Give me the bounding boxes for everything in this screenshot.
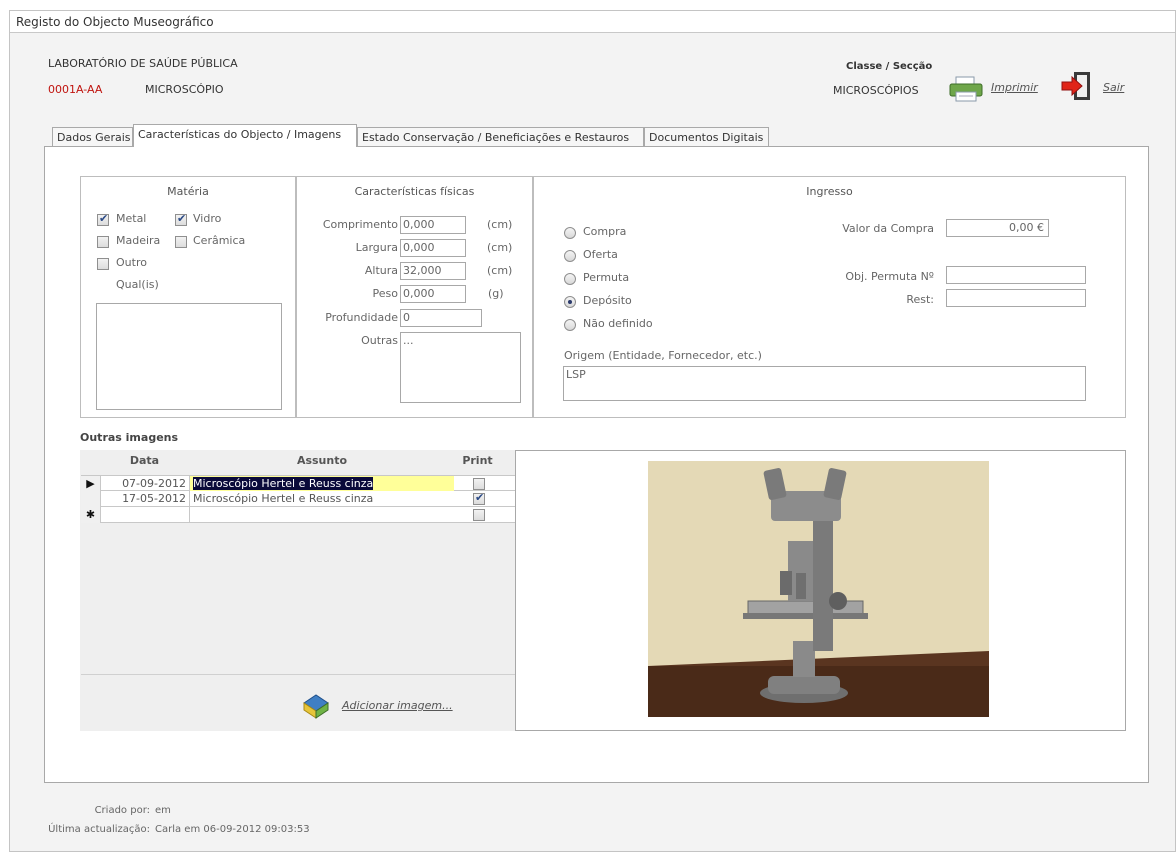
rest-label: Rest: (906, 293, 934, 306)
table-row[interactable]: 17-05-2012 Microscópio Hertel e Reuss ci… (81, 491, 515, 507)
outras-textarea[interactable]: ... (400, 332, 521, 403)
oferta-radio[interactable] (564, 250, 576, 262)
permuta-label: Permuta (583, 271, 630, 284)
add-image-icon[interactable] (302, 693, 330, 719)
class-section-value: MICROSCÓPIOS (833, 84, 919, 97)
permuta-radio[interactable] (564, 273, 576, 285)
profundidade-field[interactable]: 0 (400, 309, 482, 327)
ultima-atualizacao-value: Carla em 06-09-2012 09:03:53 (155, 824, 310, 835)
ceramica-checkbox[interactable] (175, 236, 187, 248)
peso-field[interactable]: 0,000 (400, 285, 466, 303)
row-print-checkbox[interactable] (473, 491, 485, 505)
oferta-label: Oferta (583, 248, 618, 261)
new-row-marker[interactable]: ✱ (81, 507, 101, 523)
exit-icon[interactable] (1060, 70, 1094, 102)
altura-field[interactable]: 32,000 (400, 262, 466, 280)
row-date[interactable]: 07-09-2012 (101, 476, 190, 492)
valor-compra-field[interactable]: 0,00 € (946, 219, 1049, 237)
col-assunto-header: Assunto (296, 454, 348, 467)
row-assunto[interactable]: Microscópio Hertel e Reuss cinza (190, 491, 454, 507)
metal-label: Metal (116, 212, 147, 225)
ultima-atualizacao-label: Última actualização: (48, 824, 150, 835)
largura-label: Largura (355, 241, 398, 254)
caracteristicas-title: Características físicas (354, 185, 475, 198)
row-assunto[interactable]: Microscópio Hertel e Reuss cinza (193, 477, 374, 490)
altura-unit: (cm) (487, 264, 513, 277)
print-link[interactable]: Imprimir (991, 81, 1038, 94)
divider (81, 674, 515, 675)
tab-documentos-digitais[interactable]: Documentos Digitais (644, 127, 769, 147)
row-assunto-cell[interactable]: Microscópio Hertel e Reuss cinza (190, 476, 454, 492)
altura-label: Altura (364, 264, 398, 277)
add-image-link[interactable]: Adicionar imagem... (342, 699, 453, 712)
outras-label: Outras (361, 334, 398, 347)
table-row[interactable]: ▶ 07-09-2012 Microscópio Hertel e Reuss … (81, 475, 515, 492)
object-code: 0001A-AA (48, 83, 103, 96)
nao-definido-radio[interactable] (564, 319, 576, 331)
object-name: MICROSCÓPIO (145, 83, 224, 96)
col-print-header: Print (462, 454, 493, 467)
outro-checkbox[interactable] (97, 258, 109, 270)
row-print-checkbox[interactable] (473, 478, 485, 490)
origem-field[interactable]: LSP (563, 366, 1086, 401)
qual-textarea[interactable] (96, 303, 282, 410)
comprimento-field[interactable]: 0,000 (400, 216, 466, 234)
table-row[interactable]: ✱ (81, 507, 515, 523)
obj-permuta-field[interactable] (946, 266, 1086, 284)
criado-por-label: Criado por: (94, 805, 150, 816)
metal-checkbox[interactable] (97, 212, 109, 226)
window-title: Registo do Objecto Museográfico (10, 11, 1175, 33)
tab-caracteristicas-imagens[interactable]: Características do Objecto / Imagens (133, 124, 357, 147)
row-date[interactable] (101, 507, 190, 523)
ingresso-title: Ingresso (806, 185, 853, 198)
ceramica-label: Cerâmica (193, 234, 246, 247)
qual-label: Qual(is) (116, 278, 159, 291)
compra-label: Compra (583, 225, 627, 238)
profundidade-label: Profundidade (325, 311, 398, 324)
comprimento-unit: (cm) (487, 218, 513, 231)
col-data-header: Data (129, 454, 160, 467)
criado-por-value: em (155, 805, 171, 816)
largura-unit: (cm) (487, 241, 513, 254)
valor-compra-label: Valor da Compra (842, 222, 934, 235)
row-selector[interactable]: ▶ (81, 476, 101, 492)
row-assunto[interactable] (190, 507, 454, 523)
row-print-checkbox[interactable] (473, 509, 485, 521)
tab-dados-gerais[interactable]: Dados Gerais (52, 127, 133, 147)
nao-definido-label: Não definido (583, 317, 653, 330)
row-selector[interactable] (81, 491, 101, 507)
tab-estado-conservacao[interactable]: Estado Conservação / Beneficiações e Res… (357, 127, 644, 147)
printer-icon[interactable] (948, 76, 984, 102)
peso-unit: (g) (488, 287, 504, 300)
deposito-radio[interactable] (564, 296, 576, 308)
organization-name: LABORATÓRIO DE SAÚDE PÚBLICA (48, 57, 238, 70)
exit-link[interactable]: Sair (1103, 81, 1124, 94)
rest-field[interactable] (946, 289, 1086, 307)
peso-label: Peso (372, 287, 398, 300)
outro-label: Outro (116, 256, 147, 269)
deposito-label: Depósito (583, 294, 632, 307)
largura-field[interactable]: 0,000 (400, 239, 466, 257)
madeira-label: Madeira (116, 234, 161, 247)
obj-permuta-label: Obj. Permuta Nº (845, 270, 934, 283)
row-date[interactable]: 17-05-2012 (101, 491, 190, 507)
origem-label: Origem (Entidade, Fornecedor, etc.) (564, 349, 762, 362)
outras-imagens-title: Outras imagens (80, 431, 179, 444)
vidro-checkbox[interactable] (175, 212, 187, 226)
materia-title: Matéria (167, 185, 209, 198)
object-photo (648, 461, 989, 717)
comprimento-label: Comprimento (322, 218, 398, 231)
class-section-label: Classe / Secção (846, 61, 933, 72)
compra-radio[interactable] (564, 227, 576, 239)
madeira-checkbox[interactable] (97, 236, 109, 248)
vidro-label: Vidro (193, 212, 222, 225)
